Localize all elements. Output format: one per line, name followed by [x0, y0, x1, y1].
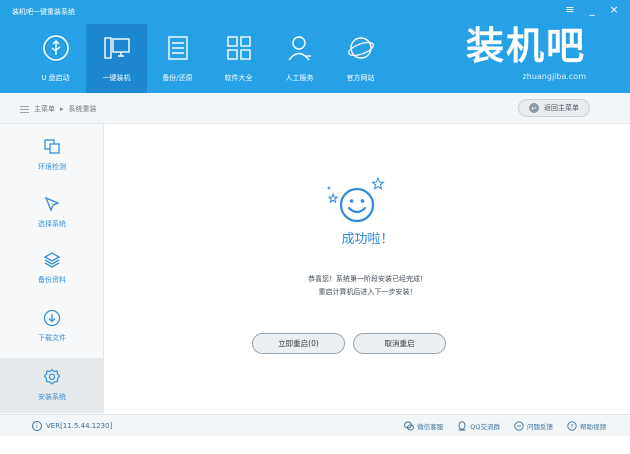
footer-bar: i VER[11.5.44.1230] 微信客服 QQ交流群 问题反馈 ? 帮助…: [0, 414, 630, 436]
nav-item-backup-restore[interactable]: 备份/还原: [147, 24, 208, 93]
brand-url: zhuangjiba.com: [522, 72, 586, 81]
environment-check-icon: [44, 139, 60, 154]
back-to-main-menu-button[interactable]: ↩ 返回主菜单: [518, 99, 590, 117]
nav-label: 人工服务: [285, 74, 314, 82]
nav-item-website[interactable]: 官方网站: [330, 24, 391, 93]
step-install-system: 安装系统: [0, 358, 104, 413]
step-label: 选择系统: [38, 220, 66, 228]
wechat-icon: [404, 421, 415, 431]
back-button-label: 返回主菜单: [544, 104, 579, 112]
website-globe-icon: [347, 37, 374, 59]
step-label: 备份资料: [38, 276, 66, 284]
computer-icon: [103, 37, 130, 59]
main-content: 成功啦！ 恭喜您！系统第一阶段安装已经完成！ 重启计算机后进入下一步安装！ 立即…: [105, 124, 630, 414]
nav-item-software[interactable]: 软件大全: [208, 24, 269, 93]
breadcrumb-bar: 主菜单 ▸ 系统重装 ↩ 返回主菜单: [0, 93, 630, 124]
window-title: 装机吧一键重装系统: [12, 8, 75, 16]
backup-restore-icon: [167, 36, 188, 60]
info-icon: i: [32, 421, 42, 431]
step-environment-check: 环境检测: [0, 128, 104, 183]
usb-icon: [42, 35, 69, 61]
nav-label: 官方网站: [346, 74, 375, 82]
cancel-restart-button[interactable]: 取消重启: [353, 333, 446, 354]
support-person-icon: [287, 36, 311, 61]
step-sidebar: 环境检测 选择系统 备份资料 下载文件 安装系统: [0, 124, 104, 414]
breadcrumb-current: 系统重装: [68, 105, 97, 113]
close-icon[interactable]: ×: [608, 3, 620, 16]
success-title: 成功啦！: [341, 232, 394, 247]
nav-label: 软件大全: [224, 74, 253, 82]
layers-backup-icon: [43, 252, 61, 268]
gear-install-icon: [43, 368, 61, 385]
footer-link-label: 微信客服: [417, 423, 444, 431]
success-message-line2: 重启计算机后进入下一步安装！: [318, 288, 417, 296]
back-arrow-icon: ↩: [529, 103, 539, 113]
nav-item-support[interactable]: 人工服务: [269, 24, 330, 93]
footer-links: 微信客服 QQ交流群 问题反馈 ? 帮助视频: [404, 421, 606, 431]
software-grid-icon: [226, 36, 251, 60]
svg-text:?: ?: [570, 423, 573, 430]
list-menu-icon: [20, 105, 29, 113]
app-window: 装机吧一键重装系统 ≡ _ × U 盘启动 一键装机 备份/还原 软件大全 人工…: [0, 0, 630, 454]
footer-link-label: 问题反馈: [527, 423, 553, 431]
brand-logo: 装机吧: [465, 24, 586, 68]
breadcrumb: 主菜单 ▸ 系统重装: [20, 104, 97, 114]
download-icon: [43, 309, 61, 327]
version-text: VER[11.5.44.1230]: [46, 422, 113, 430]
smiley-face-icon: [327, 176, 385, 223]
feedback-link[interactable]: 问题反馈: [514, 421, 553, 431]
version-info: i VER[11.5.44.1230]: [32, 421, 112, 431]
header-bar: 装机吧一键重装系统 ≡ _ × U 盘启动 一键装机 备份/还原 软件大全 人工…: [0, 0, 630, 93]
step-select-system: 选择系统: [0, 185, 104, 240]
minimize-icon[interactable]: _: [586, 3, 598, 16]
menu-icon[interactable]: ≡: [564, 3, 576, 16]
nav-label: 一键装机: [102, 74, 131, 82]
step-label: 环境检测: [38, 163, 66, 171]
brand: 装机吧 zhuangjiba.com: [466, 24, 586, 86]
nav-item-one-click-install[interactable]: 一键装机: [86, 24, 147, 93]
cursor-select-icon: [44, 196, 60, 212]
breadcrumb-root[interactable]: 主菜单: [34, 104, 55, 114]
wechat-support-link[interactable]: 微信客服: [404, 421, 443, 431]
window-controls: ≡ _ ×: [564, 3, 620, 16]
feedback-icon: [514, 421, 524, 431]
nav-label: U 盘启动: [41, 74, 70, 82]
step-backup-data: 备份资料: [0, 241, 104, 296]
help-icon: ?: [567, 421, 577, 431]
help-video-link[interactable]: ? 帮助视频: [567, 421, 606, 431]
top-nav: U 盘启动 一键装机 备份/还原 软件大全 人工服务 官方网站: [25, 24, 391, 93]
footer-link-label: 帮助视频: [580, 423, 606, 431]
window-bottom-margin: [0, 436, 630, 454]
footer-link-label: QQ交流群: [470, 423, 500, 431]
nav-item-usb-boot[interactable]: U 盘启动: [25, 24, 86, 93]
step-download-files: 下载文件: [0, 299, 104, 354]
restart-now-button[interactable]: 立即重启(0): [252, 333, 345, 354]
step-label: 安装系统: [38, 393, 66, 401]
nav-label: 备份/还原: [162, 74, 193, 82]
qq-icon: [458, 421, 466, 431]
success-message-line1: 恭喜您！系统第一阶段安装已经完成！: [308, 275, 427, 283]
qq-group-link[interactable]: QQ交流群: [457, 421, 500, 431]
breadcrumb-separator: ▸: [60, 105, 64, 113]
step-label: 下载文件: [38, 334, 66, 342]
